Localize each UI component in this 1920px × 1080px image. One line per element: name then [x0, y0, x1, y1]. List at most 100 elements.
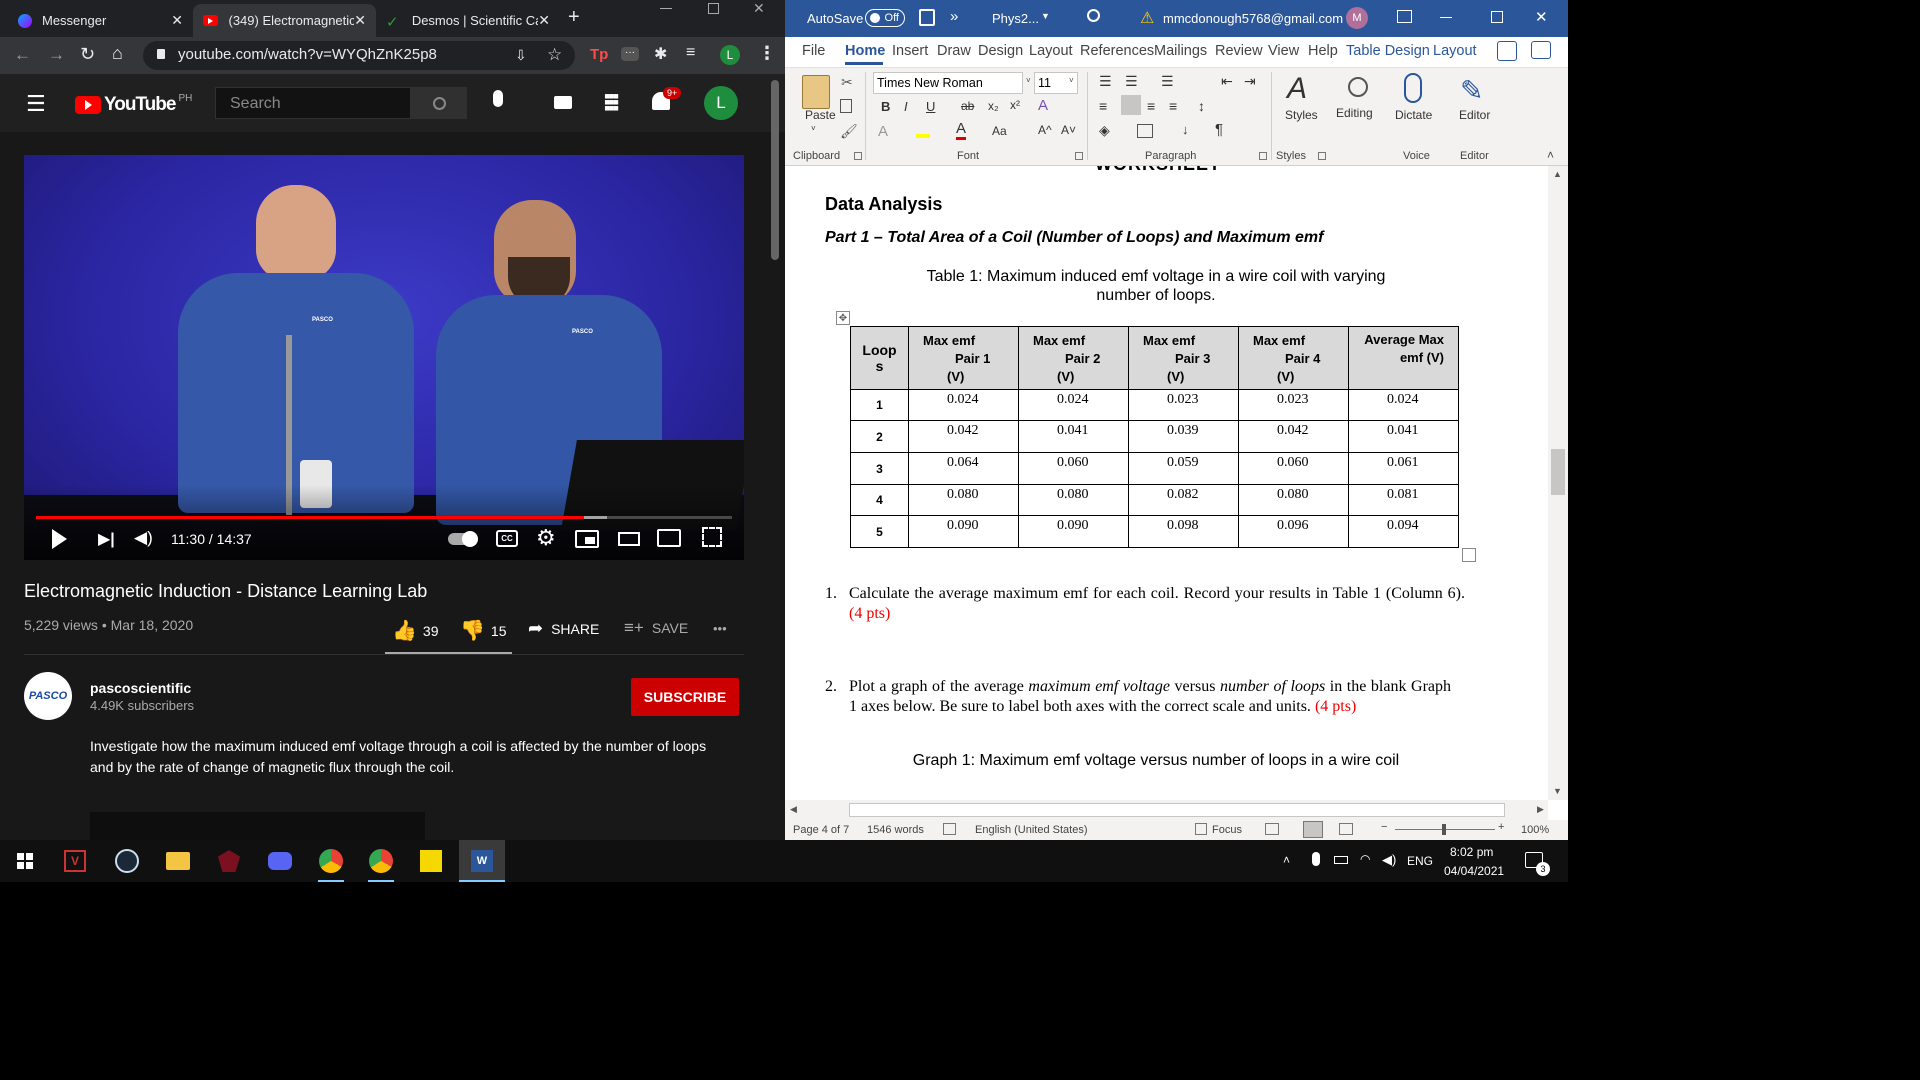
new-tab-button[interactable]: +: [568, 6, 580, 29]
video-player[interactable]: PASCO PASCO ▶| ◀) 11:30 / 14:37 CC ⚙: [24, 155, 744, 560]
find-icon[interactable]: [1348, 77, 1368, 97]
table-cell[interactable]: 0.060: [1018, 452, 1129, 485]
tab-close-icon[interactable]: ✕: [538, 12, 550, 29]
chrome-menu-icon[interactable]: ⋮: [758, 43, 776, 64]
tab-review[interactable]: Review: [1215, 43, 1263, 59]
zoom-slider-thumb[interactable]: [1442, 824, 1446, 835]
hamburger-menu-icon[interactable]: ☰: [26, 91, 46, 117]
align-center-icon[interactable]: [1121, 95, 1141, 115]
tab-mailings[interactable]: Mailings: [1154, 43, 1207, 59]
copy-icon[interactable]: [840, 99, 852, 113]
valorant-app-icon[interactable]: V: [64, 850, 86, 872]
bookmark-star-icon[interactable]: ☆: [547, 45, 562, 65]
styles-button[interactable]: Styles: [1285, 108, 1318, 122]
tab-references[interactable]: References: [1080, 43, 1154, 59]
word-count[interactable]: 1546 words: [867, 824, 924, 836]
text-effects-icon[interactable]: A: [878, 123, 888, 140]
search-icon[interactable]: [1087, 9, 1100, 22]
channel-name[interactable]: pascoscientific: [90, 680, 191, 696]
like-button[interactable]: 👍 39: [392, 618, 438, 643]
line-spacing-icon[interactable]: ↕: [1198, 98, 1205, 114]
align-left-icon[interactable]: ≡: [1099, 98, 1107, 114]
clipboard-launcher-icon[interactable]: [854, 152, 862, 160]
miniplayer-icon[interactable]: [575, 530, 599, 548]
loops-cell[interactable]: 4: [850, 484, 909, 516]
loops-cell[interactable]: 2: [850, 420, 909, 453]
minimize-icon[interactable]: [1440, 17, 1452, 18]
page-count[interactable]: Page 4 of 7: [793, 824, 849, 836]
search-input[interactable]: Search: [215, 87, 411, 119]
vertical-scrollbar[interactable]: ▲ ▼: [1548, 166, 1568, 800]
autoplay-toggle[interactable]: [448, 531, 478, 547]
collapse-ribbon-icon[interactable]: ˄: [1547, 148, 1554, 162]
input-language[interactable]: ENG: [1407, 854, 1433, 868]
sticky-notes-icon[interactable]: [420, 850, 442, 872]
justify-icon[interactable]: ≡: [1169, 98, 1177, 114]
more-actions-icon[interactable]: •••: [713, 621, 727, 636]
tab-design[interactable]: Design: [978, 43, 1023, 59]
tab-help[interactable]: Help: [1308, 43, 1338, 59]
table-move-handle-icon[interactable]: ✥: [836, 311, 850, 325]
shrink-font-button[interactable]: A˅: [1061, 123, 1076, 137]
paste-icon[interactable]: [802, 75, 830, 109]
cut-icon[interactable]: ✂: [841, 74, 853, 91]
print-layout-icon[interactable]: [1303, 821, 1323, 838]
document-canvas[interactable]: WORKSHEET Data Analysis Part 1 – Total A…: [785, 166, 1548, 800]
clear-formatting-icon[interactable]: A: [1038, 97, 1048, 114]
align-right-icon[interactable]: ≡: [1147, 98, 1155, 114]
apps-grid-icon[interactable]: ▪▪▪ ▪▪▪ ▪▪▪: [604, 87, 619, 117]
editor-button[interactable]: Editor: [1459, 108, 1490, 122]
language[interactable]: English (United States): [975, 824, 1088, 836]
maximize-icon[interactable]: [708, 3, 719, 14]
change-case-button[interactable]: Aa: [992, 124, 1007, 138]
multilevel-list-icon[interactable]: ☰: [1161, 73, 1174, 90]
table-cell[interactable]: 0.060: [1238, 452, 1349, 485]
captions-icon[interactable]: CC: [496, 530, 518, 547]
scroll-thumb[interactable]: [1551, 449, 1565, 495]
paste-dropdown-icon[interactable]: ˅: [811, 124, 816, 133]
comments-icon[interactable]: [1531, 41, 1551, 59]
table-resize-handle-icon[interactable]: [1462, 548, 1476, 562]
settings-gear-icon[interactable]: ⚙: [536, 525, 556, 551]
loops-cell[interactable]: 5: [850, 515, 909, 548]
file-explorer-icon[interactable]: [166, 852, 190, 870]
extension-dots-icon[interactable]: ···: [621, 47, 639, 61]
table-cell[interactable]: 0.082: [1128, 484, 1239, 516]
subscribe-button[interactable]: SUBSCRIBE: [631, 678, 739, 716]
fullscreen-icon[interactable]: [702, 527, 722, 547]
scroll-left-icon[interactable]: ◀: [790, 804, 797, 815]
increase-indent-icon[interactable]: ⇥: [1244, 73, 1256, 90]
play-button[interactable]: [52, 529, 67, 549]
table-cell[interactable]: 0.024: [908, 389, 1019, 421]
decrease-indent-icon[interactable]: ⇤: [1221, 73, 1233, 90]
theater-mode-icon[interactable]: [618, 532, 640, 546]
word-taskbar-button[interactable]: W: [459, 840, 505, 882]
table-cell[interactable]: 0.023: [1238, 389, 1349, 421]
table-cell[interactable]: 0.090: [908, 515, 1019, 548]
tab-table-layout[interactable]: Layout: [1433, 43, 1477, 59]
next-button[interactable]: ▶|: [98, 529, 115, 549]
loops-cell[interactable]: 3: [850, 452, 909, 485]
close-window-icon[interactable]: ✕: [1535, 8, 1548, 26]
tab-file[interactable]: File: [802, 43, 825, 59]
table-cell[interactable]: 0.094: [1348, 515, 1459, 548]
tab-draw[interactable]: Draw: [937, 43, 971, 59]
discord-app-icon[interactable]: [268, 852, 292, 870]
table-cell[interactable]: 0.042: [1238, 420, 1349, 453]
tab-home[interactable]: Home: [845, 43, 885, 59]
show-hidden-icons[interactable]: ˄: [1283, 853, 1290, 867]
tab-view[interactable]: View: [1268, 43, 1299, 59]
read-mode-icon[interactable]: [1265, 823, 1279, 835]
table-cell[interactable]: 0.024: [1348, 389, 1459, 421]
channel-avatar[interactable]: PASCO: [24, 672, 72, 720]
tab-close-icon[interactable]: ✕: [171, 12, 183, 29]
doc-name-dropdown-icon[interactable]: ▼: [1041, 11, 1050, 21]
tab-close-icon[interactable]: ✕: [354, 12, 366, 29]
youtube-logo[interactable]: YouTube PH: [75, 93, 192, 116]
microphone-icon[interactable]: [493, 90, 503, 107]
autosave-toggle[interactable]: Off: [865, 9, 905, 27]
account-avatar[interactable]: L: [704, 86, 738, 120]
underline-button[interactable]: U: [926, 99, 935, 114]
tab-youtube[interactable]: (349) Electromagnetic ✕: [193, 4, 376, 37]
table-cell[interactable]: 0.041: [1018, 420, 1129, 453]
